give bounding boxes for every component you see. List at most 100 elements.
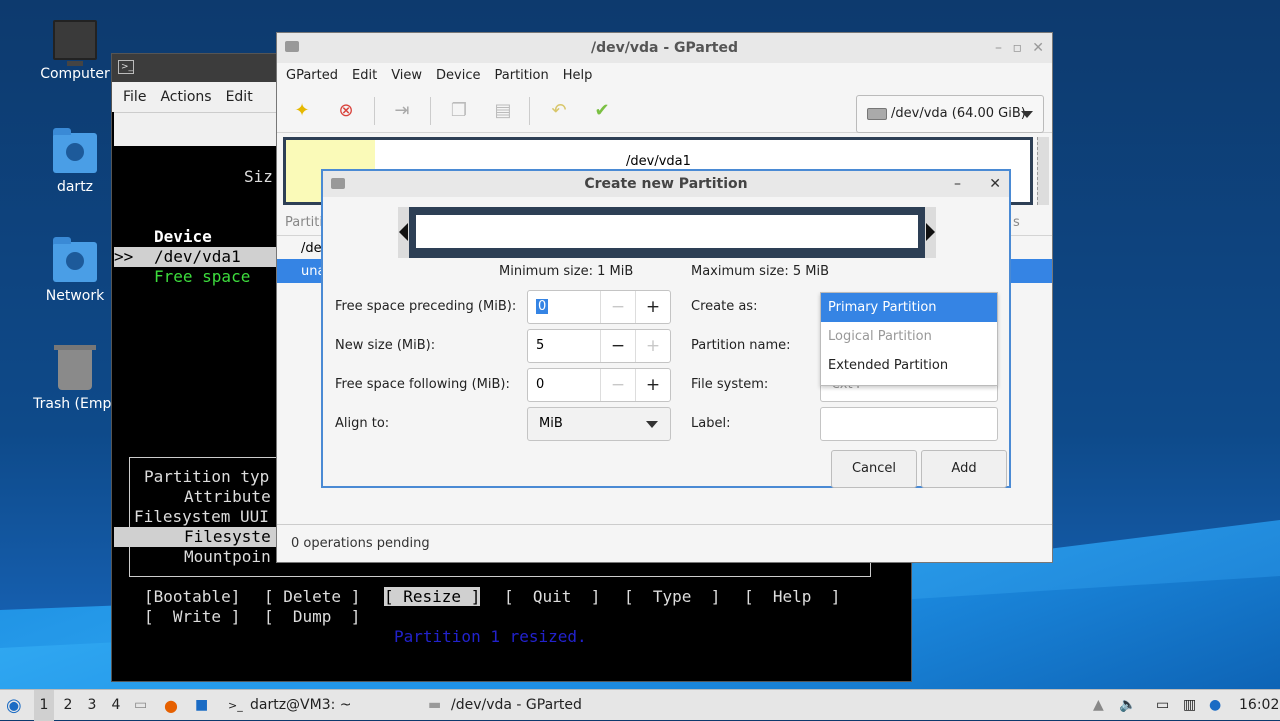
show-desktop-icon[interactable]: ■: [195, 690, 215, 721]
workspace-3[interactable]: 3: [82, 690, 102, 721]
add-button[interactable]: Add: [921, 450, 1007, 488]
type-button[interactable]: [ Type ]: [624, 587, 720, 606]
info-line: Attribute: [184, 487, 271, 506]
desktop-icon-label: Computer: [40, 66, 110, 82]
task-terminal[interactable]: dartz@VM3: ~: [250, 690, 352, 721]
workspace-4[interactable]: 4: [106, 690, 126, 721]
desktop-icon-label: dartz: [56, 179, 94, 195]
increment-icon[interactable]: +: [635, 291, 670, 323]
quit-button[interactable]: [ Quit ]: [504, 587, 600, 606]
slider-right-handle-icon[interactable]: [926, 223, 935, 241]
menu-help[interactable]: Help: [556, 63, 600, 89]
cancel-button[interactable]: Cancel: [831, 450, 917, 488]
partition-size-slider[interactable]: [398, 207, 936, 258]
preceding-spinner[interactable]: 0 − +: [527, 290, 671, 324]
network-icon[interactable]: ▭: [1156, 690, 1169, 721]
write-button[interactable]: [ Write ]: [144, 607, 240, 626]
dialog-titlebar[interactable]: Create new Partition – ✕: [323, 171, 1009, 197]
file-manager-icon[interactable]: ▭: [134, 690, 154, 721]
info-line: Filesystem UUI: [134, 507, 269, 526]
clock[interactable]: 16:02: [1239, 690, 1279, 721]
update-icon[interactable]: ●: [1209, 690, 1221, 721]
new-partition-icon[interactable]: ✦: [290, 99, 314, 123]
create-partition-dialog[interactable]: Create new Partition – ✕ Minimum size: 1…: [321, 169, 1011, 488]
task-gparted[interactable]: /dev/vda - GParted: [451, 690, 582, 721]
desktop-icon-home[interactable]: dartz: [25, 128, 125, 195]
option-extended-partition[interactable]: Extended Partition: [821, 351, 997, 380]
undo-icon[interactable]: ↶: [547, 99, 571, 123]
delete-button[interactable]: [ Delete ]: [264, 587, 360, 606]
workspace-1[interactable]: 1: [34, 690, 54, 721]
minimize-icon[interactable]: –: [954, 171, 961, 197]
device-selector[interactable]: /dev/vda (64.00 GiB): [856, 95, 1044, 133]
create-as-dropdown[interactable]: Primary Partition Logical Partition Exte…: [820, 292, 998, 386]
column-header-partition[interactable]: Partiti: [285, 215, 323, 230]
option-primary-partition[interactable]: Primary Partition: [821, 293, 997, 322]
bootable-button[interactable]: [Bootable]: [144, 587, 240, 606]
clipboard-icon[interactable]: ▥: [1183, 690, 1196, 721]
slider-free-area: [416, 215, 918, 248]
create-as-label: Create as:: [691, 299, 758, 314]
resize-move-icon[interactable]: ⇥: [390, 99, 414, 123]
menu-edit[interactable]: Edit: [345, 63, 384, 89]
column-header-flags[interactable]: s: [1013, 215, 1020, 230]
desktop-icon-computer[interactable]: Computer: [25, 20, 125, 82]
menu-edit[interactable]: Edit: [219, 82, 260, 112]
close-icon[interactable]: ✕: [989, 171, 1001, 197]
graphic-scrollbar[interactable]: [1037, 137, 1049, 205]
label-input[interactable]: [820, 407, 998, 441]
new-size-spinner[interactable]: 5 − +: [527, 329, 671, 363]
network-folder-icon: [53, 237, 97, 282]
info-line: Mountpoin: [184, 547, 271, 566]
device-header: Device: [154, 227, 212, 246]
toolbar-separator: [374, 97, 375, 125]
maximize-icon[interactable]: ▫: [1013, 33, 1023, 63]
copy-icon[interactable]: ❐: [447, 99, 471, 123]
decrement-icon[interactable]: −: [600, 330, 635, 362]
dialog-title: Create new Partition: [584, 176, 748, 192]
notification-arrow-icon[interactable]: ▲: [1093, 690, 1104, 721]
following-spinner[interactable]: 0 − +: [527, 368, 671, 402]
desktop-icon-label: Network: [45, 288, 105, 304]
increment-icon[interactable]: +: [635, 369, 670, 401]
gparted-app-icon: [331, 178, 345, 189]
workspace-2[interactable]: 2: [58, 690, 78, 721]
paste-icon[interactable]: ▤: [491, 99, 515, 123]
menu-view[interactable]: View: [384, 63, 429, 89]
menu-device[interactable]: Device: [429, 63, 487, 89]
new-size-label: New size (MiB):: [335, 338, 436, 353]
desktop-icon-trash[interactable]: Trash (Empt: [25, 345, 125, 412]
desktop-icon-network[interactable]: Network: [25, 237, 125, 304]
decrement-icon[interactable]: −: [600, 291, 635, 323]
delete-partition-icon[interactable]: ⊗: [334, 99, 358, 123]
new-size-value[interactable]: 5: [536, 338, 544, 353]
info-line: Filesyste: [184, 527, 271, 546]
menu-gparted[interactable]: GParted: [279, 63, 345, 89]
gparted-titlebar[interactable]: /dev/vda - GParted – ▫ ✕: [277, 33, 1052, 63]
resize-button[interactable]: [ Resize ]: [384, 587, 481, 606]
minimize-icon[interactable]: –: [995, 33, 1002, 63]
chevron-down-icon: [646, 421, 658, 428]
harddisk-icon: [867, 108, 887, 120]
partition-row-label: /de: [301, 241, 322, 256]
menu-partition[interactable]: Partition: [488, 63, 556, 89]
following-value[interactable]: 0: [536, 377, 544, 392]
dump-button[interactable]: [ Dump ]: [264, 607, 360, 626]
increment-icon[interactable]: +: [635, 330, 670, 362]
menu-actions[interactable]: Actions: [153, 82, 218, 112]
decrement-icon[interactable]: −: [600, 369, 635, 401]
align-select[interactable]: MiB: [527, 407, 671, 441]
label-label: Label:: [691, 416, 731, 431]
volume-icon[interactable]: 🔈: [1119, 690, 1136, 721]
partition-row[interactable]: /dev/vda1: [154, 247, 241, 266]
start-menu-icon[interactable]: ◉: [6, 690, 26, 721]
apply-icon[interactable]: ✔: [590, 99, 614, 123]
free-space-row[interactable]: Free space: [154, 267, 250, 286]
help-button[interactable]: [ Help ]: [744, 587, 840, 606]
slider-left-handle-icon[interactable]: [399, 223, 408, 241]
preceding-value[interactable]: 0: [536, 299, 549, 314]
menu-file[interactable]: File: [116, 82, 153, 112]
firefox-icon[interactable]: ●: [164, 690, 186, 721]
close-icon[interactable]: ✕: [1032, 33, 1044, 63]
chevron-down-icon: [1021, 111, 1033, 118]
